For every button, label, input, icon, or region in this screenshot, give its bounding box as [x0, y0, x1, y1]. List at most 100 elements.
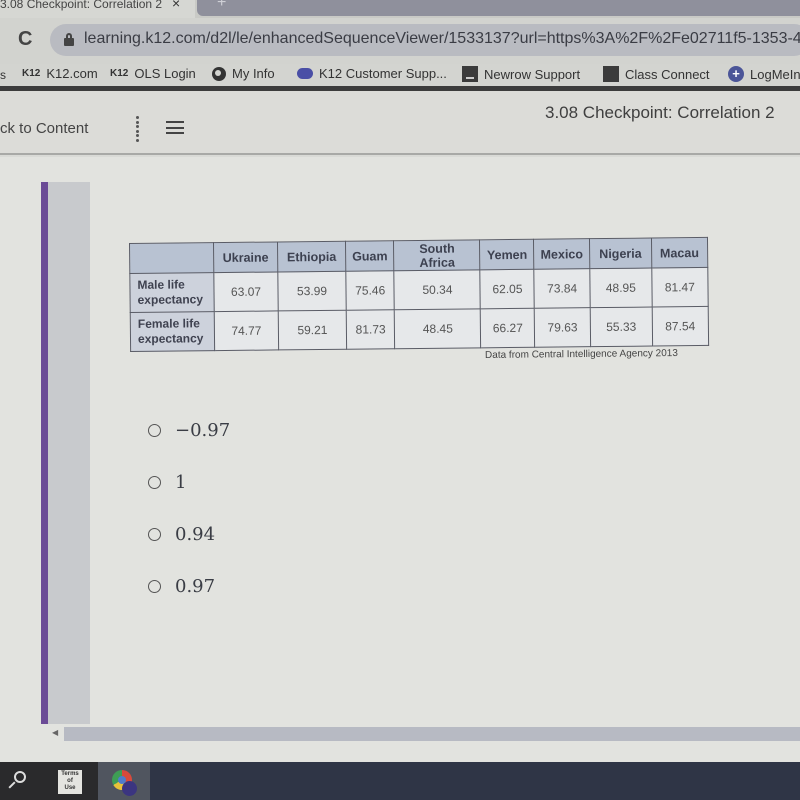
bookmark-overflow-fragment: s — [0, 68, 6, 82]
bookmark-label: Newrow Support — [484, 66, 581, 82]
source-note: Data from Central Intelligence Agency 20… — [484, 347, 678, 362]
more-options-icon[interactable] — [134, 116, 140, 142]
column-header: Nigeria — [589, 238, 652, 269]
url-text[interactable]: learning.k12.com/d2l/le/enhancedSequence… — [84, 30, 800, 48]
table-cell: 87.54 — [652, 306, 709, 347]
browser-toolbar: C learning.k12.com/d2l/le/enhancedSequen… — [0, 18, 800, 64]
address-bar[interactable]: learning.k12.com/d2l/le/enhancedSequence… — [50, 24, 800, 56]
table-cell: 48.95 — [589, 268, 653, 308]
table-cell: 62.05 — [480, 269, 535, 309]
bookmark-label: LogMeIn — [750, 66, 800, 82]
bookmark-label: K12.com — [46, 66, 98, 81]
table-corner-cell — [129, 242, 214, 274]
table-cell: 55.33 — [590, 307, 653, 347]
radio-button[interactable] — [148, 580, 161, 593]
bookmark-label: OLS Login — [134, 66, 196, 81]
radio-button[interactable] — [148, 528, 161, 541]
life-expectancy-table: Ukraine Ethiopia Guam South Africa Yemen… — [129, 236, 709, 352]
row-header: Male life expectancy — [129, 272, 215, 313]
accent-bar — [41, 182, 48, 724]
search-icon-handle — [8, 781, 16, 789]
taskbar-terms-of-use[interactable]: Terms of Use — [50, 762, 98, 800]
bookmark-label: My Info — [232, 66, 275, 81]
option-label: 0.94 — [175, 524, 216, 545]
scroll-left-icon[interactable]: ◀ — [52, 728, 58, 737]
row-header-line2: expectancy — [137, 331, 204, 346]
bookmark-logmein[interactable]: + LogMeIn — [728, 66, 800, 82]
column-header: Guam — [345, 240, 395, 272]
page-icon — [462, 66, 478, 82]
back-to-content-link[interactable]: ck to Content — [0, 120, 88, 137]
column-header: Mexico — [533, 238, 590, 270]
bookmark-newrow-support[interactable]: Newrow Support — [462, 66, 580, 82]
bookmark-k12com[interactable]: K12 K12.com — [22, 66, 98, 81]
scrollbar-thumb[interactable] — [64, 727, 800, 741]
close-tab-icon[interactable]: × — [172, 0, 180, 10]
table-cell: 79.63 — [534, 307, 591, 348]
table-cell: 59.21 — [278, 310, 347, 350]
tab-strip: 3.08 Checkpoint: Correlation 2 × + — [0, 0, 800, 18]
bookmark-my-info[interactable]: My Info — [212, 66, 275, 81]
answer-option[interactable]: 0.97 — [148, 576, 215, 597]
bookmark-k12-customer-support[interactable]: K12 Customer Supp... — [297, 66, 447, 81]
horizontal-scrollbar[interactable]: ◀ — [52, 727, 800, 741]
option-label: 0.97 — [175, 576, 216, 597]
tile-text: of — [67, 778, 73, 784]
lock-icon[interactable] — [64, 33, 74, 46]
reload-icon[interactable]: C — [18, 28, 32, 51]
search-icon — [14, 771, 26, 783]
table-cell: 81.73 — [346, 309, 396, 350]
table-cell: 73.84 — [534, 268, 591, 309]
globe-icon — [212, 66, 226, 81]
tile-text: Terms — [61, 771, 79, 777]
answer-option[interactable]: 0.94 — [148, 524, 215, 545]
tile-text: Use — [64, 785, 76, 791]
table-cell: 75.46 — [345, 270, 395, 311]
table-cell: 53.99 — [277, 271, 347, 311]
browser-tab[interactable]: 3.08 Checkpoint: Correlation 2 × — [0, 0, 195, 18]
side-panel — [48, 182, 90, 724]
table-cell: 63.07 — [213, 271, 279, 312]
option-label: −0.97 — [175, 420, 231, 441]
taskbar: Terms of Use — [0, 762, 800, 800]
course-navbar: ck to Content 3.08 Checkpoint: Correlati… — [0, 91, 800, 155]
bookmark-label: Class Connect — [625, 66, 710, 82]
taskbar-empty — [150, 762, 800, 800]
column-header: Ethiopia — [277, 241, 346, 272]
taskbar-search-button[interactable] — [0, 762, 50, 800]
column-header: Yemen — [479, 239, 535, 270]
bookmarks-bar: s K12 K12.com K12 OLS Login My Info K12 … — [0, 64, 800, 86]
column-header: Ukraine — [213, 241, 278, 273]
row-header-line1: Male life — [137, 277, 185, 292]
menu-icon[interactable] — [166, 121, 184, 134]
table-cell: 66.27 — [480, 308, 536, 348]
column-header: Macau — [651, 237, 708, 269]
terms-of-use-icon: Terms of Use — [58, 770, 82, 794]
row-header: Female life expectancy — [130, 311, 215, 352]
table-cell: 48.45 — [394, 308, 482, 349]
bookmark-class-connect[interactable]: Class Connect — [603, 66, 710, 82]
tab-title: 3.08 Checkpoint: Correlation 2 — [0, 0, 163, 11]
k12-icon: K12 — [110, 68, 129, 79]
page-title: 3.08 Checkpoint: Correlation 2 — [545, 103, 775, 122]
answer-option[interactable]: 1 — [148, 472, 186, 493]
profile-badge-icon — [122, 781, 137, 796]
table-cell: 81.47 — [651, 267, 709, 308]
page-icon — [603, 66, 619, 82]
tab-strip-empty: + — [197, 0, 800, 16]
table-cell: 50.34 — [394, 269, 481, 310]
column-header: South Africa — [393, 239, 481, 271]
row-header-line2: expectancy — [137, 292, 204, 307]
table-cell: 74.77 — [214, 310, 279, 351]
new-tab-button[interactable]: + — [217, 0, 226, 12]
table-row-female: Female life expectancy 74.77 59.21 81.73 … — [130, 306, 709, 352]
bookmark-ols-login[interactable]: K12 OLS Login — [110, 66, 196, 81]
plus-circle-icon: + — [728, 66, 744, 82]
radio-button[interactable] — [148, 476, 161, 489]
option-label: 1 — [175, 472, 187, 493]
radio-button[interactable] — [148, 424, 161, 437]
bookmark-label: K12 Customer Supp... — [319, 66, 447, 81]
taskbar-chrome[interactable] — [98, 762, 150, 800]
answer-option[interactable]: −0.97 — [148, 420, 230, 441]
row-header-line1: Female life — [137, 316, 200, 331]
